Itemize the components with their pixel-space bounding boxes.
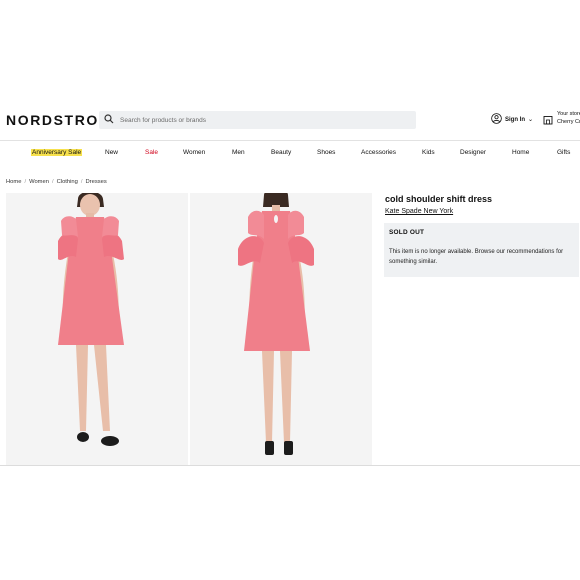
sign-in-label: Sign In: [505, 116, 525, 123]
nav-item-gifts[interactable]: Gifts: [557, 149, 570, 156]
store-name: Cherry Cr: [557, 119, 580, 125]
sold-out-panel: SOLD OUT This item is no longer availabl…: [384, 223, 579, 277]
user-icon: [491, 113, 505, 126]
nav-item-home[interactable]: Home: [512, 149, 529, 156]
nav-item-designer[interactable]: Designer: [460, 149, 486, 156]
sold-out-status: SOLD OUT: [389, 229, 425, 236]
sign-in-button[interactable]: Sign In ⌄: [491, 113, 533, 126]
chevron-down-icon: ⌄: [528, 117, 534, 123]
nav-item-women[interactable]: Women: [183, 149, 205, 156]
breadcrumb-dresses[interactable]: Dresses: [86, 179, 107, 185]
header-divider: [0, 140, 580, 141]
breadcrumb-home[interactable]: Home: [6, 179, 21, 185]
breadcrumb-clothing[interactable]: Clothing: [57, 179, 78, 185]
store-icon: [543, 110, 553, 130]
nav-item-sale[interactable]: Sale: [145, 149, 158, 156]
breadcrumb-separator: /: [51, 179, 54, 185]
breadcrumb-separator: /: [80, 179, 83, 185]
search-input[interactable]: [120, 116, 400, 124]
nav-item-beauty[interactable]: Beauty: [271, 149, 291, 156]
breadcrumb: Home / Women / Clothing / Dresses: [6, 179, 107, 185]
nav-item-anniversary-sale[interactable]: Anniversary Sale: [31, 149, 83, 156]
nav-item-men[interactable]: Men: [232, 149, 245, 156]
unavailable-message: This item is no longer available. Browse…: [389, 249, 564, 265]
nav-item-accessories[interactable]: Accessories: [361, 149, 396, 156]
nordstrom-logo[interactable]: NORDSTROM: [6, 112, 112, 128]
product-image-back[interactable]: [190, 193, 372, 465]
nav-item-kids[interactable]: Kids: [422, 149, 435, 156]
search-bar[interactable]: [99, 111, 416, 129]
breadcrumb-women[interactable]: Women: [29, 179, 49, 185]
search-icon: [104, 111, 114, 129]
breadcrumb-separator: /: [24, 179, 27, 185]
store-selector[interactable]: Your store Cherry Cr: [543, 110, 580, 130]
product-image-front[interactable]: [6, 193, 188, 465]
product-title: cold shoulder shift dress: [385, 194, 493, 204]
product-page: NORDSTROM Sign In ⌄ Your store Cherry Cr…: [0, 0, 580, 580]
store-label: Your store: [557, 111, 580, 117]
brand-link[interactable]: Kate Spade New York: [385, 208, 453, 215]
main-nav: Anniversary Sale New Sale Women Men Beau…: [0, 149, 580, 159]
content-divider: [0, 465, 580, 466]
nav-item-shoes[interactable]: Shoes: [317, 149, 335, 156]
nav-item-new[interactable]: New: [105, 149, 118, 156]
